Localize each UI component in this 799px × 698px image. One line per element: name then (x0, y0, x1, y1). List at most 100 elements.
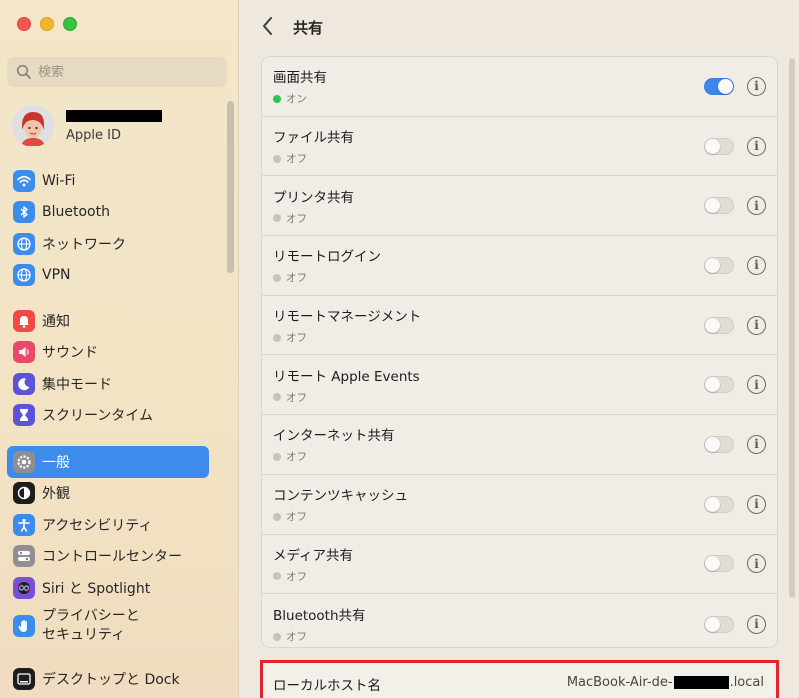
sidebar-item-wifi[interactable]: Wi-Fi (7, 165, 209, 197)
service-toggle[interactable] (704, 555, 734, 573)
sidebar-item-hourglass[interactable]: スクリーンタイム (7, 400, 209, 432)
sidebar-search[interactable] (7, 57, 227, 87)
sidebar-item-appearance[interactable]: 外観 (7, 478, 209, 510)
sidebar-item-moon[interactable]: 集中モード (7, 368, 209, 400)
toggle-knob (705, 616, 720, 632)
service-status-label: オフ (286, 511, 307, 524)
control-center-icon (13, 545, 35, 568)
service-status: オフ (273, 151, 354, 166)
sidebar-item-bell[interactable]: 通知 (7, 305, 209, 337)
toggle-knob (705, 377, 720, 393)
service-title: メディア共有 (273, 547, 354, 564)
sidebar-item-label: VPN (42, 267, 71, 284)
sharing-service-row: リモートマネージメント オフ i (262, 296, 777, 356)
sharing-service-row: メディア共有 オフ i (262, 535, 777, 595)
service-toggle[interactable] (704, 316, 734, 334)
page-title: 共有 (293, 19, 324, 37)
hostname-prefix: MacBook-Air-de- (566, 675, 673, 690)
sidebar-item-globe[interactable]: ネットワーク (7, 228, 209, 260)
service-status: オフ (273, 270, 381, 285)
service-status-label: オフ (286, 391, 307, 404)
service-toggle[interactable] (704, 256, 734, 274)
zoom-window-button[interactable] (63, 17, 77, 31)
sidebar-item-siri[interactable]: Siri と Spotlight (7, 572, 209, 604)
service-title: インターネット共有 (273, 428, 395, 445)
service-toggle[interactable] (704, 615, 734, 633)
speaker-icon (13, 341, 35, 364)
sharing-service-row: リモート Apple Events オフ i (262, 355, 777, 416)
info-icon[interactable]: i (747, 196, 766, 216)
sidebar-item-label: Siri と Spotlight (42, 580, 151, 597)
sidebar-item-control-center[interactable]: コントロールセンター (7, 541, 209, 573)
service-status: オフ (273, 509, 408, 524)
status-dot-icon (273, 94, 281, 103)
service-toggle[interactable] (704, 197, 734, 215)
service-toggle[interactable] (704, 376, 734, 394)
info-icon[interactable]: i (747, 76, 766, 96)
local-hostname-row: ローカルホスト名 MacBook-Air-de- .local (260, 660, 779, 698)
sidebar-item-vpn-globe[interactable]: VPN (7, 260, 209, 292)
service-status-label: オフ (286, 332, 307, 345)
back-chevron-icon[interactable] (259, 15, 277, 37)
status-dot-icon (273, 452, 281, 461)
sidebar-item-label: スクリーンタイム (42, 408, 154, 425)
status-dot-icon (273, 632, 281, 641)
info-icon[interactable]: i (747, 315, 766, 335)
service-title: リモートログイン (273, 249, 381, 266)
accessibility-icon (13, 513, 35, 536)
sidebar-item-label: サウンド (42, 345, 98, 362)
sidebar-group: Wi-Fi Bluetooth ネットワーク VPN (7, 165, 209, 291)
sidebar-group: デスクトップと Dock (7, 663, 209, 695)
service-toggle[interactable] (704, 435, 734, 453)
toggle-knob (705, 257, 720, 273)
sidebar-item-label: Bluetooth (42, 204, 110, 221)
service-toggle[interactable] (704, 495, 734, 513)
vpn-globe-icon (13, 264, 35, 287)
info-icon[interactable]: i (747, 434, 766, 454)
search-input[interactable] (38, 64, 218, 80)
service-toggle[interactable] (704, 137, 734, 155)
service-status-label: オフ (286, 451, 307, 464)
sidebar-item-label: デスクトップと Dock (42, 671, 180, 688)
sidebar-item-speaker[interactable]: サウンド (7, 337, 209, 369)
toggle-knob (705, 436, 720, 452)
service-status: オフ (273, 211, 354, 226)
sidebar-item-bluetooth[interactable]: Bluetooth (7, 197, 209, 229)
gear-icon (13, 450, 35, 473)
main-scrollbar[interactable] (789, 58, 795, 598)
service-status-label: オフ (286, 212, 307, 225)
sharing-service-row: ファイル共有 オフ i (262, 117, 777, 177)
avatar (12, 105, 54, 147)
service-status: オン (273, 91, 327, 106)
sidebar-item-dock[interactable]: デスクトップと Dock (7, 663, 209, 695)
sidebar-item-hand[interactable]: プライバシーと セキュリティ (7, 604, 209, 648)
service-toggle[interactable] (704, 77, 734, 95)
toggle-knob (705, 138, 720, 154)
sidebar-item-gear[interactable]: 一般 (7, 446, 209, 478)
sharing-service-row: リモートログイン オフ i (262, 236, 777, 296)
sidebar-item-accessibility[interactable]: アクセシビリティ (7, 509, 209, 541)
sidebar-item-label: 集中モード (42, 376, 112, 393)
hand-icon (13, 614, 35, 637)
service-status: オフ (273, 330, 421, 345)
status-dot-icon (273, 333, 281, 342)
sidebar-scrollbar[interactable] (227, 101, 234, 273)
hostname-suffix: .local (729, 675, 764, 690)
minimize-window-button[interactable] (40, 17, 54, 31)
status-dot-icon (273, 273, 281, 282)
info-icon[interactable]: i (747, 136, 766, 156)
main-pane: 共有 画面共有 オン i ファイル共有 オフ i プリンタ共有 オフ i リモー… (240, 0, 799, 698)
info-icon[interactable]: i (747, 614, 766, 634)
apple-id-account[interactable]: Apple ID (12, 104, 212, 148)
service-title: リモート Apple Events (273, 368, 420, 385)
window-controls (17, 17, 77, 31)
status-dot-icon (273, 214, 281, 223)
info-icon[interactable]: i (747, 375, 766, 395)
info-icon[interactable]: i (747, 554, 766, 574)
service-title: リモートマネージメント (273, 309, 422, 326)
close-window-button[interactable] (17, 17, 31, 31)
sidebar-item-label: 通知 (42, 313, 70, 330)
info-icon[interactable]: i (747, 255, 766, 275)
sidebar: Apple ID Wi-Fi Bluetooth ネットワーク VPN 通知サウンド集中… (0, 0, 239, 698)
info-icon[interactable]: i (747, 494, 766, 514)
